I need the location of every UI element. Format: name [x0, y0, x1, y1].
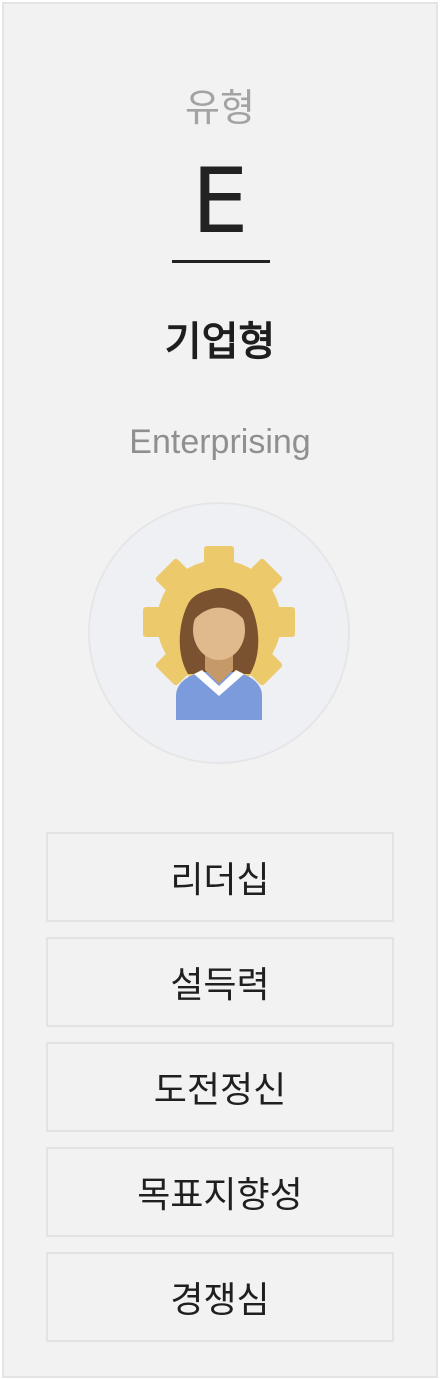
trait-item: 경쟁심	[46, 1252, 394, 1342]
trait-item: 설득력	[46, 937, 394, 1027]
type-subtitle: Enterprising	[129, 423, 311, 461]
trait-item: 리더십	[46, 832, 394, 922]
type-title: 기업형	[164, 319, 276, 365]
type-letter-underline	[172, 260, 270, 263]
trait-item: 목표지향성	[46, 1147, 394, 1237]
trait-list: 리더십 설득력 도전정신 목표지향성 경쟁심	[46, 832, 394, 1357]
trait-item: 도전정신	[46, 1042, 394, 1132]
avatar	[88, 502, 350, 764]
type-caption: 유형	[185, 86, 255, 130]
type-letter: E	[191, 149, 249, 254]
personality-type-card: 유형 E 기업형 Enterprising 리더십 설득력 도전정신 목표지향성…	[2, 2, 438, 1378]
businesswoman-gear-icon	[143, 546, 295, 720]
